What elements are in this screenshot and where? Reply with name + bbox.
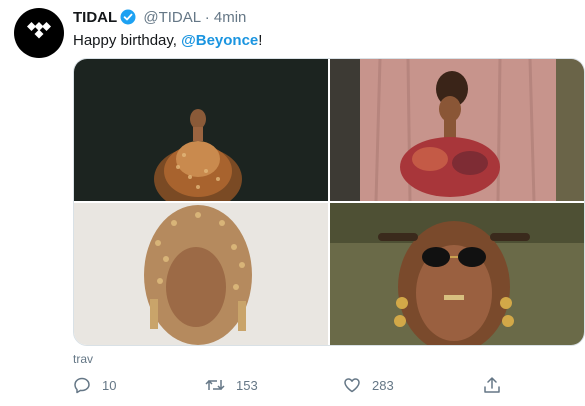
tweet-card[interactable]: TIDAL @TIDAL · 4min Happy birthday, @Bey… [0,0,585,406]
like-count: 283 [372,377,394,393]
like-icon [344,378,360,393]
author-handle[interactable]: @TIDAL [143,9,200,26]
retweet-icon [205,379,225,391]
reply-icon [74,377,90,394]
reply-count: 10 [102,377,117,393]
tweet-actions: 10 153 283 [73,376,583,400]
media-caption: trav [73,352,94,366]
photo-4[interactable] [330,203,584,345]
verified-badge-icon [120,9,136,30]
share-icon [484,377,500,393]
tweet-text-after: ! [258,32,263,49]
tweet-header: TIDAL @TIDAL · 4min [73,9,246,30]
reply-button[interactable]: 10 [73,376,116,394]
photo-2[interactable] [330,59,584,201]
media-grid [73,58,585,346]
tweet-timestamp[interactable]: 4min [214,9,247,26]
avatar[interactable] [14,8,64,58]
retweet-count: 153 [236,377,258,393]
separator-dot: · [204,9,210,26]
tweet-text-before: Happy birthday, [73,32,182,49]
like-button[interactable]: 283 [343,376,394,394]
retweet-button[interactable]: 153 [205,376,258,394]
share-button[interactable] [483,376,501,394]
author-name[interactable]: TIDAL [73,9,117,26]
tweet-text: Happy birthday, @Beyonce! [73,32,262,50]
mention-link[interactable]: @Beyonce [181,32,258,49]
photo-1[interactable] [74,59,328,201]
photo-3[interactable] [74,203,328,345]
tidal-logo-icon [27,22,51,39]
